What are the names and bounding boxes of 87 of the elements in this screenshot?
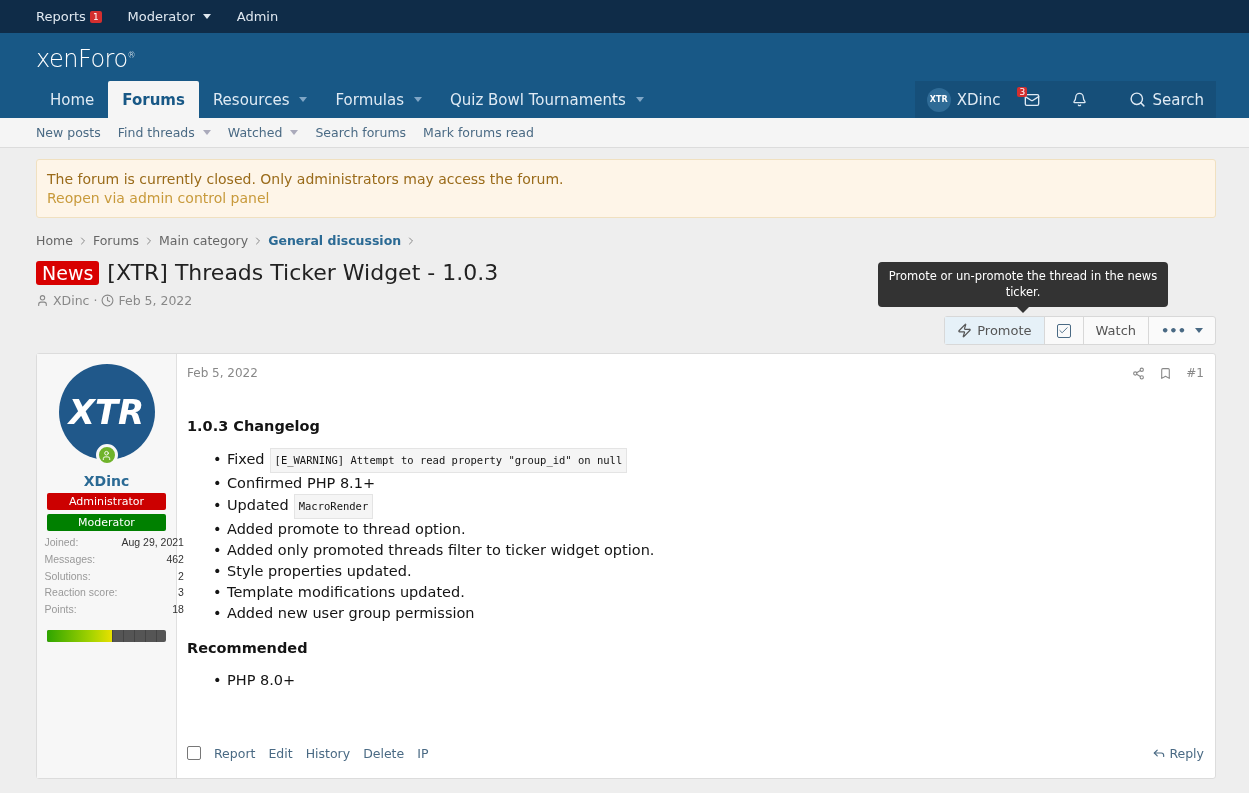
nav-tab[interactable]: Formulas bbox=[321, 81, 436, 118]
list-item-text: Template modifications updated. bbox=[227, 583, 465, 602]
sub-nav-link[interactable]: Mark forums read bbox=[423, 125, 534, 140]
breadcrumb-link[interactable]: Home bbox=[36, 233, 73, 248]
top-bar-link[interactable]: Reports 1 bbox=[36, 9, 102, 24]
post-action-link[interactable]: Edit bbox=[268, 745, 293, 761]
list-item-text: Added promote to thread option. bbox=[227, 520, 466, 539]
stat-value: Aug 29, 2021 bbox=[121, 535, 184, 550]
stat-value: 2 bbox=[177, 568, 184, 584]
bullet: • bbox=[213, 562, 223, 581]
inline-code: [E_WARNING] Attempt to read property "group_id" on null bbox=[269, 448, 628, 473]
stat-label: Messages: bbox=[44, 551, 97, 567]
bullet: • bbox=[213, 474, 223, 493]
stat-label: Joined: bbox=[44, 535, 80, 550]
tooltip: Promote or un-promote the thread in the news ticker. bbox=[878, 261, 1168, 307]
more-button[interactable]: ••• bbox=[1149, 317, 1215, 344]
select-checkbox[interactable] bbox=[187, 746, 201, 760]
thread-title: [XTR] Threads Ticker Widget - 1.0.3 bbox=[107, 260, 499, 285]
promote-button[interactable]: Promote bbox=[945, 317, 1045, 344]
nav-tab[interactable]: Resources bbox=[198, 81, 322, 118]
notice-text: The forum is currently closed. Only administrators may access the forum. bbox=[47, 171, 565, 187]
post-number[interactable]: #1 bbox=[1186, 366, 1204, 380]
sub-nav-link[interactable]: Watched bbox=[227, 125, 299, 140]
post-action-link[interactable]: History bbox=[305, 745, 351, 761]
bullet: • bbox=[213, 541, 223, 560]
breadcrumb-link[interactable]: General discussion bbox=[268, 233, 402, 248]
nav-tab[interactable]: Forums bbox=[108, 81, 199, 118]
user-banner: Moderator bbox=[47, 514, 166, 531]
inline-code: MacroRender bbox=[293, 494, 374, 519]
author-link[interactable]: XDinc bbox=[53, 293, 90, 308]
count-badge: 1 bbox=[89, 10, 102, 23]
username-link[interactable]: XDinc bbox=[83, 473, 130, 489]
list-item-text: Confirmed PHP 8.1+ bbox=[227, 474, 376, 493]
section-heading: Recommended bbox=[187, 640, 309, 656]
sub-nav-link[interactable]: Search forums bbox=[315, 125, 407, 140]
nav-tab[interactable]: Home bbox=[36, 81, 109, 118]
list-item-text: Style properties updated. bbox=[227, 562, 412, 581]
post-action-link[interactable]: Report bbox=[214, 745, 256, 761]
mail-icon bbox=[1024, 91, 1041, 108]
bullet: • bbox=[213, 604, 223, 623]
post-action-link[interactable]: IP bbox=[417, 745, 429, 761]
stat-label: Reaction score: bbox=[44, 585, 118, 601]
stat-label: Points: bbox=[44, 602, 78, 618]
section-heading: 1.0.3 Changelog bbox=[187, 418, 321, 434]
account-link[interactable]: XTR XDinc bbox=[914, 81, 1013, 118]
list-item-text: Added only promoted threads filter to ticker widget option. bbox=[227, 541, 655, 560]
bolt-icon bbox=[957, 323, 973, 338]
list-item-text: Added new user group permission bbox=[227, 604, 475, 623]
stat-value: 3 bbox=[177, 585, 184, 601]
sub-nav-link[interactable]: New posts bbox=[36, 125, 101, 140]
watch-button[interactable]: Watch bbox=[1083, 317, 1150, 344]
post-date[interactable]: Feb 5, 2022 bbox=[187, 366, 258, 380]
breadcrumb-link[interactable]: Forums bbox=[92, 233, 140, 248]
search-button[interactable]: Search bbox=[1107, 81, 1216, 118]
user-banner: Administrator bbox=[47, 493, 166, 510]
bell-icon bbox=[1072, 92, 1088, 107]
clock-icon bbox=[101, 294, 115, 307]
bookmark-icon[interactable] bbox=[1159, 366, 1173, 380]
nav-tab[interactable]: Quiz Bowl Tournaments bbox=[435, 81, 658, 118]
bullet: • bbox=[213, 450, 223, 469]
inbox-button[interactable]: 3 bbox=[1012, 81, 1053, 118]
breadcrumb-link[interactable]: Main category bbox=[159, 233, 249, 248]
bullet: • bbox=[213, 583, 223, 602]
thread-date: Feb 5, 2022 bbox=[118, 293, 193, 308]
bullet: • bbox=[213, 520, 223, 539]
bullet: • bbox=[213, 496, 223, 515]
stat-label: Solutions: bbox=[44, 568, 92, 584]
post-action-link[interactable]: Delete bbox=[363, 745, 405, 761]
top-bar-link[interactable]: Admin bbox=[236, 9, 279, 24]
sub-nav-link[interactable]: Find threads bbox=[117, 125, 211, 140]
user-avatar: XTR bbox=[926, 87, 951, 112]
user-icon bbox=[36, 294, 49, 307]
reply-link[interactable]: Reply bbox=[1152, 745, 1204, 761]
list-item-text: PHP 8.0+ bbox=[227, 671, 296, 690]
top-bar-link[interactable]: Moderator bbox=[127, 9, 211, 24]
inbox-badge: 3 bbox=[1017, 87, 1028, 97]
bullet: • bbox=[213, 671, 223, 690]
stat-value: 18 bbox=[171, 602, 184, 618]
prefix-label: News bbox=[36, 260, 100, 285]
stat-value: 462 bbox=[165, 551, 184, 567]
search-icon bbox=[1129, 91, 1147, 108]
list-item-text: Updated bbox=[227, 496, 289, 515]
separator-dot: · bbox=[93, 293, 98, 308]
site-logo[interactable]: xenForo$^{®}$ bbox=[0, 33, 1249, 73]
list-item-text: Fixed bbox=[227, 450, 265, 469]
reply-icon bbox=[1152, 746, 1167, 760]
share-icon[interactable] bbox=[1132, 366, 1146, 380]
